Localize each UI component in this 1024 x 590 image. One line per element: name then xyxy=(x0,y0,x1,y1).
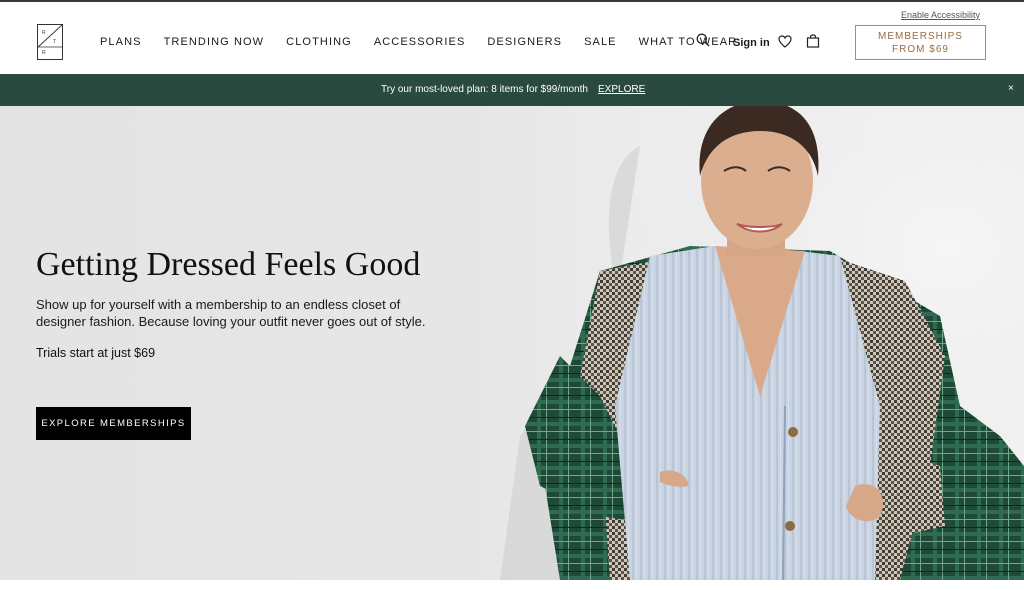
enable-accessibility-link[interactable]: Enable Accessibility xyxy=(901,10,980,20)
logo-letter-2: T xyxy=(53,39,57,45)
hero-model-photo xyxy=(500,106,1024,580)
main-nav: PLANS TRENDING NOW CLOTHING ACCESSORIES … xyxy=(100,35,759,49)
nav-sale[interactable]: SALE xyxy=(584,35,617,49)
promo-explore-link[interactable]: EXPLORE xyxy=(598,84,645,95)
nav-plans[interactable]: PLANS xyxy=(100,35,142,49)
brand-logo[interactable]: R T R xyxy=(37,24,63,60)
nav-clothing[interactable]: CLOTHING xyxy=(286,35,352,49)
nav-what-to-wear[interactable]: WHAT TO WEAR xyxy=(639,35,738,49)
page-bottom-strip xyxy=(0,580,1024,590)
promo-message: Try our most-loved plan: 8 items for $99… xyxy=(381,84,588,95)
logo-letter-3: R xyxy=(42,50,46,56)
nav-trending-now[interactable]: TRENDING NOW xyxy=(164,35,265,49)
explore-memberships-button[interactable]: EXPLORE MEMBERSHIPS xyxy=(36,407,191,440)
hero-subtitle: Show up for yourself with a membership t… xyxy=(36,297,426,329)
hero-title: Getting Dressed Feels Good xyxy=(36,246,421,283)
nav-accessories[interactable]: ACCESSORIES xyxy=(374,35,466,49)
heart-icon[interactable] xyxy=(778,35,792,53)
promo-banner: Try our most-loved plan: 8 items for $99… xyxy=(0,74,1024,106)
sign-in-link[interactable]: Sign in xyxy=(733,37,770,49)
logo-letter-1: R xyxy=(42,30,46,36)
memberships-cta-line2: FROM $69 xyxy=(892,44,949,55)
bag-icon[interactable] xyxy=(806,34,820,53)
hero-trial-text: Trials start at just $69 xyxy=(36,346,156,360)
memberships-cta-line1: MEMBERSHIPS xyxy=(878,31,963,42)
hero-section: Getting Dressed Feels Good Show up for y… xyxy=(0,106,1024,580)
memberships-cta-button[interactable]: MEMBERSHIPS FROM $69 xyxy=(855,25,986,60)
nav-designers[interactable]: DESIGNERS xyxy=(487,35,562,49)
close-icon[interactable]: × xyxy=(1008,83,1014,94)
site-header: R T R PLANS TRENDING NOW CLOTHING ACCESS… xyxy=(0,2,1024,74)
search-icon[interactable] xyxy=(696,33,710,52)
